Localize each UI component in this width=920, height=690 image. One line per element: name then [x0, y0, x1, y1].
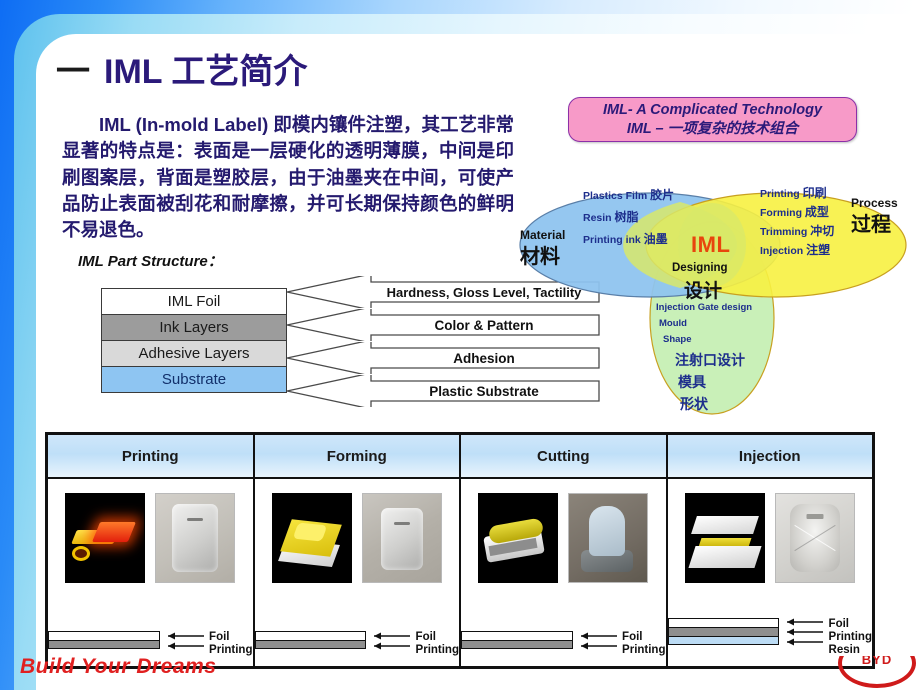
injection-strip-label-1: Printing [828, 631, 872, 644]
forming-render-photo [271, 493, 352, 583]
venn-designing-item-cn-0: 注射口设计 [675, 352, 745, 368]
cutting-images [461, 479, 666, 583]
injection-strip-bars [667, 618, 780, 646]
venn-material-item-0: Plastics Film 胶片 [583, 188, 675, 202]
slide-title-row: 一 IML 工艺简介 [56, 44, 307, 93]
printing-render-photo [65, 493, 146, 583]
forming-sample-photo [361, 493, 442, 583]
printing-strip-bars [48, 631, 160, 650]
printing-strip-labels: Foil Printing [209, 631, 252, 657]
printing-sample-photo [155, 493, 236, 583]
venn-material-item-1: Resin 树脂 [583, 210, 639, 224]
byd-logo: BYD [838, 656, 916, 690]
process-cell-injection: Foil Printing Resin [667, 479, 873, 669]
printing-strip-diagram: Foil Printing [48, 631, 253, 657]
process-header-forming: Forming [254, 435, 461, 477]
injection-strip-label-0: Foil [828, 618, 849, 631]
layer-ink-layers: Ink Layers [102, 315, 286, 341]
cutting-strip-label-1: Printing [622, 644, 666, 657]
cutting-strip-labels: Foil Printing [622, 631, 665, 657]
injection-sample-photo [774, 493, 855, 583]
process-header-cutting: Cutting [461, 435, 668, 477]
layer-substrate: Substrate [102, 367, 286, 392]
footer-tagline: Build Your Dreams [20, 655, 217, 678]
venn-designing-item-en-0: Injection Gate design [656, 302, 753, 313]
cutting-sample-photo [568, 493, 649, 583]
forming-strip-label-0: Foil [415, 631, 436, 644]
process-table-header-row: Printing Forming Cutting Injection [48, 435, 872, 479]
intro-paragraph: IML (In-mold Label) 即模内镶件注塑，其工艺非常显著的特点是：… [62, 114, 514, 241]
cutting-strip-label-0: Foil [622, 631, 643, 644]
injection-strip-diagram: Foil Printing Resin [667, 618, 872, 657]
injection-images [668, 479, 873, 583]
banner-line-cn: IML – 一项复杂的技术组合 [626, 120, 799, 137]
cutting-strip-bars [461, 631, 573, 650]
venn-material-title-cn: 材料 [520, 246, 560, 268]
forming-images [255, 479, 460, 583]
cutting-strip-diagram: Foil Printing [461, 631, 666, 657]
process-cell-printing: Foil Printing [48, 479, 255, 669]
forming-strip-diagram: Foil Printing [254, 631, 459, 657]
venn-designing-item-en-2: Shape [663, 334, 692, 345]
venn-designing-item-cn-2: 形状 [680, 396, 708, 412]
venn-material-item-2: Printing ink 油墨 [583, 232, 668, 246]
slide-canvas: 一 IML 工艺简介 IML (In-mold Label) 即模内镶件注塑，其… [0, 0, 920, 690]
venn-process-title-cn: 过程 [851, 214, 891, 236]
process-cell-forming: Foil Printing [254, 479, 461, 669]
banner-line-en: IML- A Complicated Technology [602, 102, 823, 119]
printing-images [48, 479, 253, 583]
process-header-printing: Printing [48, 435, 255, 477]
forming-strip-labels: Foil Printing [416, 631, 459, 657]
process-header-injection: Injection [667, 435, 872, 477]
venn-process-item-1: Forming 成型 [760, 205, 829, 219]
venn-designing-item-en-1: Mould [659, 318, 687, 329]
forming-strip-label-1: Printing [415, 644, 459, 657]
venn-designing-title-en: Designing [672, 262, 728, 274]
venn-diagram: Material 材料 Plastics Film 胶片 Resin 树脂 Pr… [508, 150, 920, 415]
layer-adhesive-layers: Adhesive Layers [102, 341, 286, 367]
venn-designing-title-cn: 设计 [684, 281, 723, 302]
process-cell-cutting: Foil Printing [461, 479, 668, 669]
title-section-number: 一 [56, 53, 90, 91]
forming-strip-bars [254, 631, 367, 650]
injection-strip-labels: Foil Printing Resin [829, 618, 872, 657]
venn-process-item-2: Trimming 冲切 [760, 224, 835, 238]
complicated-technology-banner: IML- A Complicated Technology IML – 一项复杂… [568, 97, 857, 142]
printing-strip-label-0: Foil [209, 631, 230, 644]
cutting-render-photo [478, 493, 559, 583]
layer-iml-foil: IML Foil [102, 289, 286, 315]
part-structure-label: IML Part Structure： [78, 253, 223, 270]
injection-render-photo [684, 493, 765, 583]
process-table-body-row: Foil Printing Foil Printing Foil Printin… [48, 479, 872, 669]
page-title: IML 工艺简介 [104, 53, 308, 91]
venn-center-label: IML [691, 232, 731, 257]
venn-designing-item-cn-1: 模具 [678, 374, 706, 390]
venn-process-item-0: Printing 印刷 [760, 186, 827, 200]
iml-layer-stack: IML Foil Ink Layers Adhesive Layers Subs… [101, 288, 287, 393]
process-table: Printing Forming Cutting Injection Foil … [45, 432, 875, 669]
venn-process-item-3: Injection 注塑 [760, 243, 831, 257]
logo-text: BYD [861, 656, 893, 667]
